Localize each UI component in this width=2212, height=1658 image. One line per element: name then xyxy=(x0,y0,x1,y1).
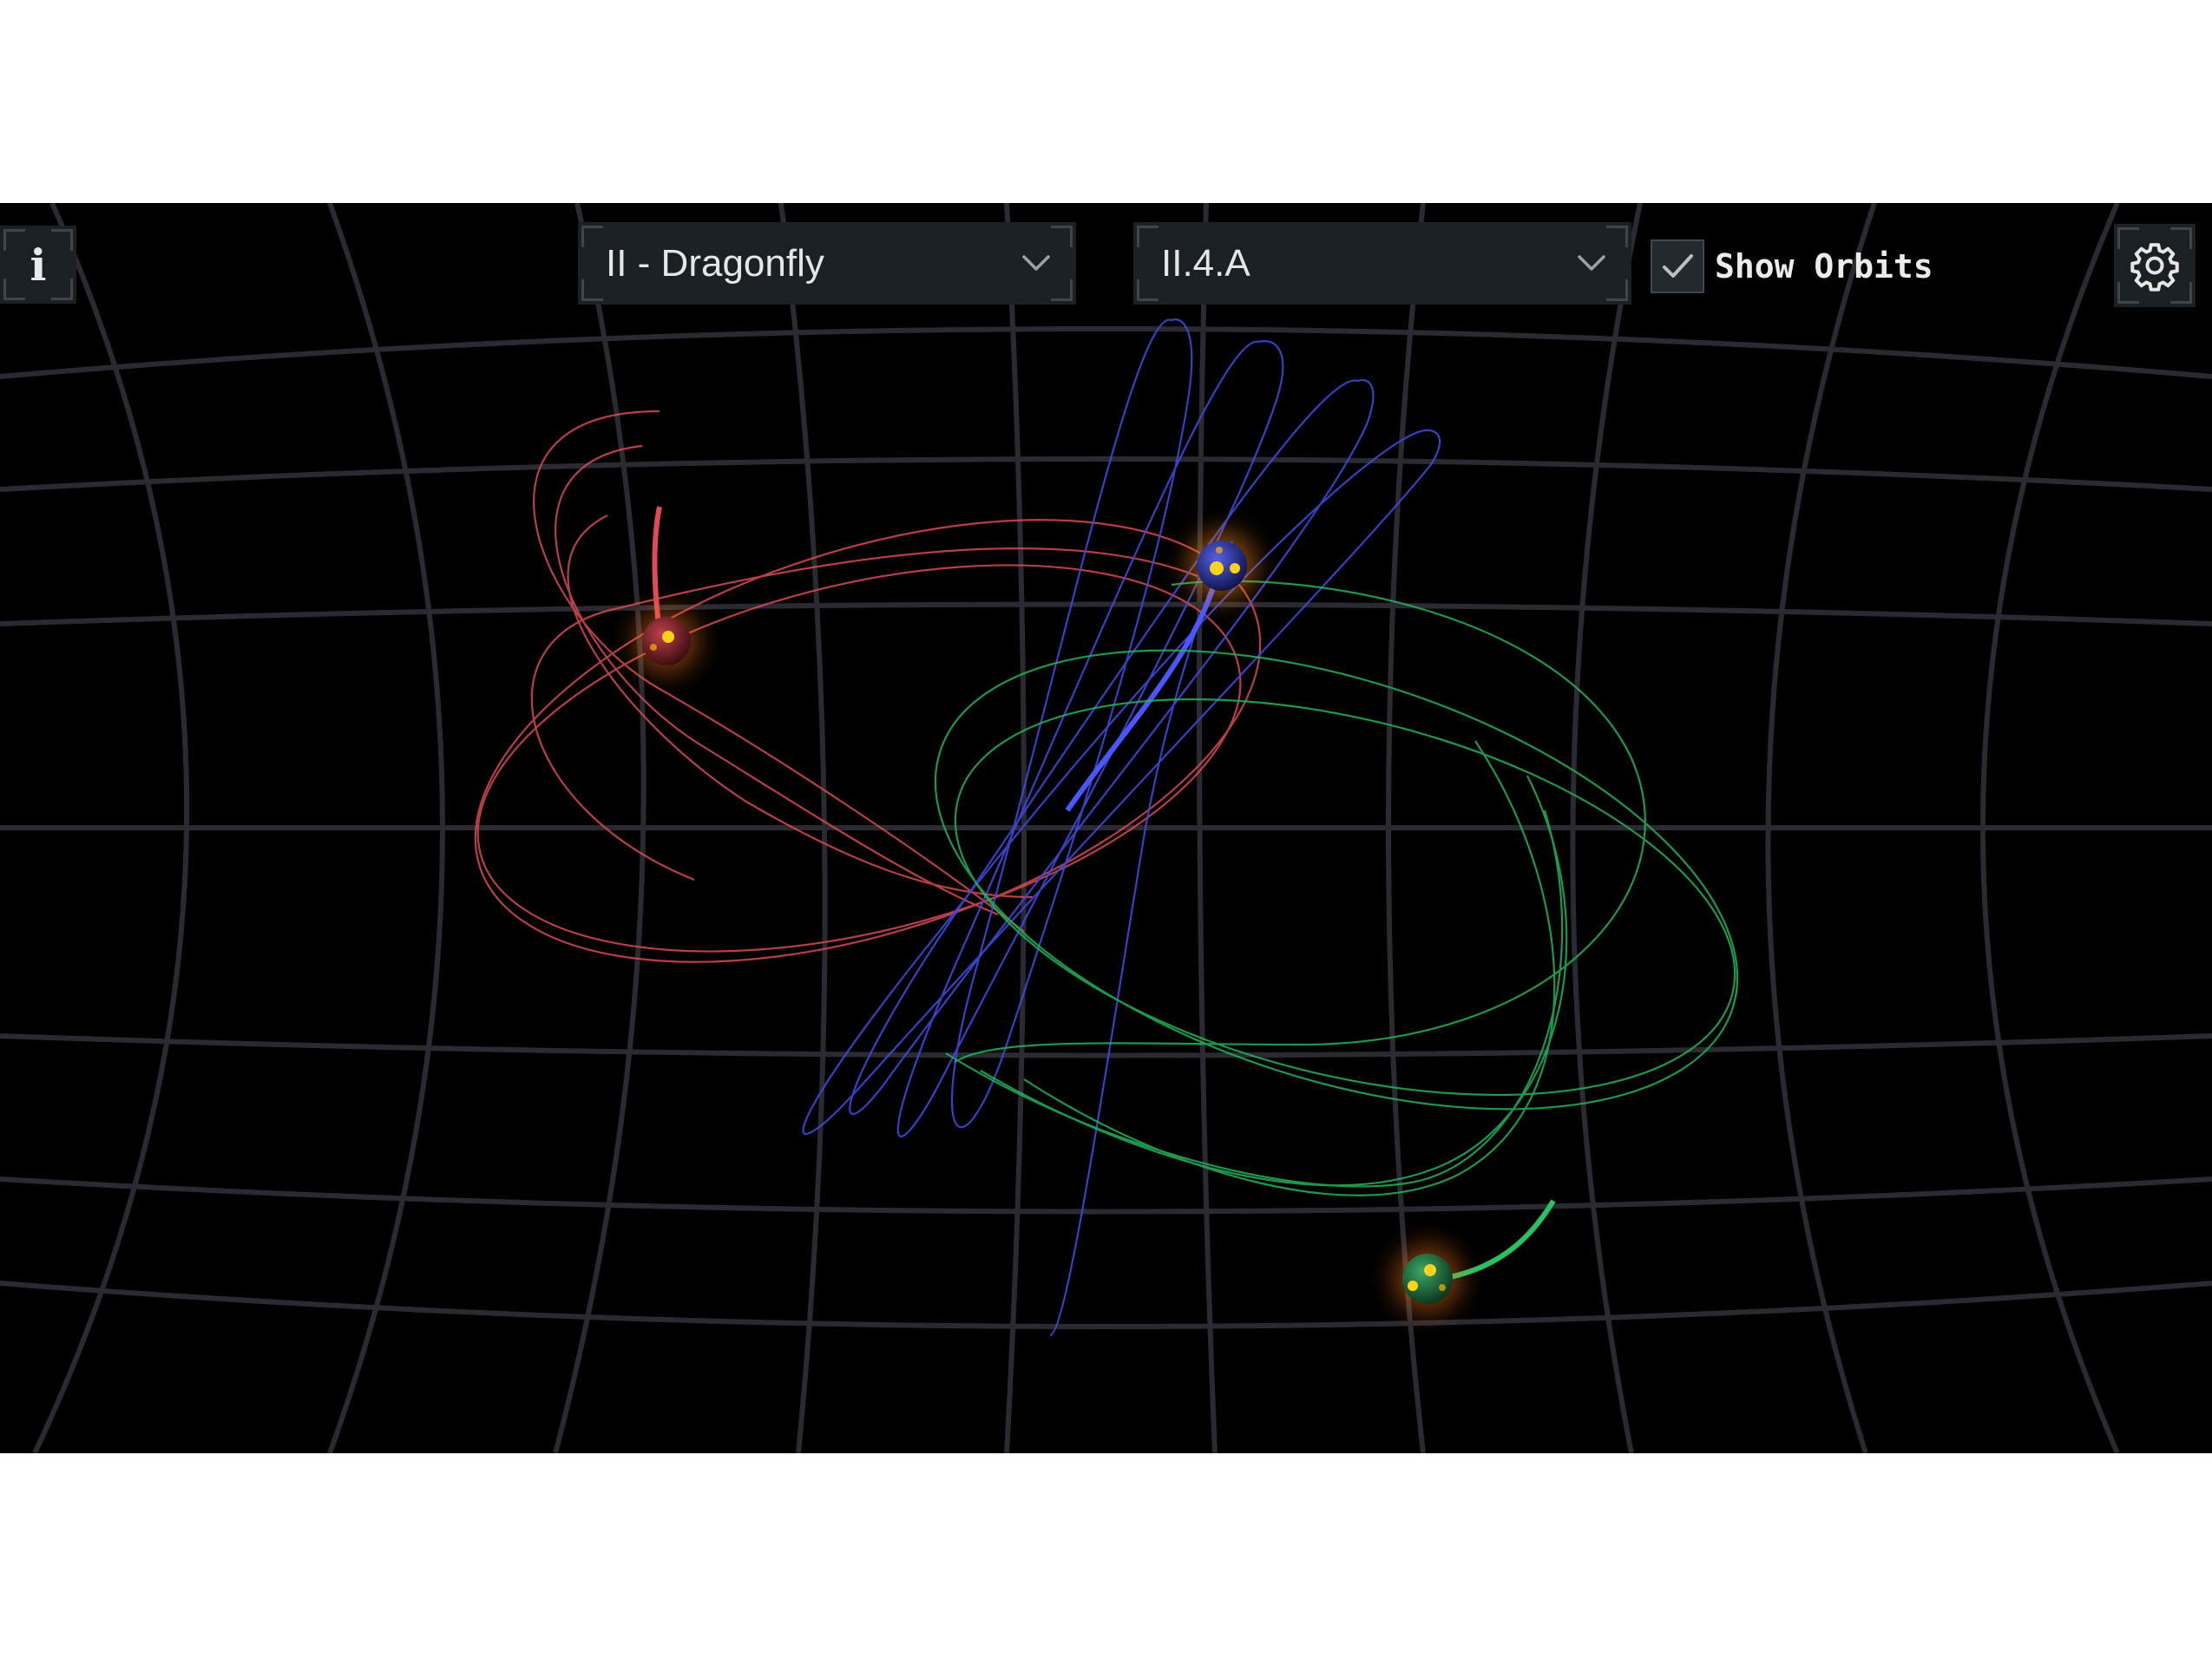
red-body[interactable] xyxy=(633,608,699,674)
show-orbits-label: Show Orbits xyxy=(1715,247,1933,285)
frame-corner xyxy=(1137,226,1159,247)
gear-icon xyxy=(2130,243,2179,292)
info-button[interactable]: i xyxy=(0,226,76,304)
info-icon: i xyxy=(30,239,47,291)
frame-corner xyxy=(1051,279,1073,301)
green-body[interactable] xyxy=(1393,1244,1462,1314)
green-body-orbit xyxy=(934,580,1739,1196)
family-select[interactable]: II - Dragonfly xyxy=(578,222,1076,305)
orbit-select-value: II.4.A xyxy=(1161,241,1250,285)
check-icon xyxy=(1663,254,1693,278)
frame-corner xyxy=(1051,226,1073,247)
frame-corner xyxy=(1606,279,1628,301)
settings-button[interactable] xyxy=(2114,224,2196,307)
frame-corner xyxy=(581,279,603,301)
chevron-down-icon xyxy=(1578,255,1605,271)
background-grid xyxy=(0,203,2212,1453)
simulation-viewport[interactable]: i II - Dragonfly II.4.A Show Orbits xyxy=(0,203,2212,1453)
show-orbits-checkbox[interactable] xyxy=(1651,239,1704,293)
frame-corner xyxy=(1137,279,1159,301)
family-select-value: II - Dragonfly xyxy=(606,241,824,285)
frame-corner xyxy=(581,226,603,247)
three-body-scene[interactable] xyxy=(0,203,2212,1453)
red-body-orbit xyxy=(474,410,1262,963)
blue-body[interactable] xyxy=(1187,531,1257,600)
orbit-select[interactable]: II.4.A xyxy=(1133,222,1631,305)
show-orbits-toggle[interactable]: Show Orbits xyxy=(1651,238,1933,295)
frame-corner xyxy=(1606,226,1628,247)
chevron-down-icon xyxy=(1022,255,1050,271)
